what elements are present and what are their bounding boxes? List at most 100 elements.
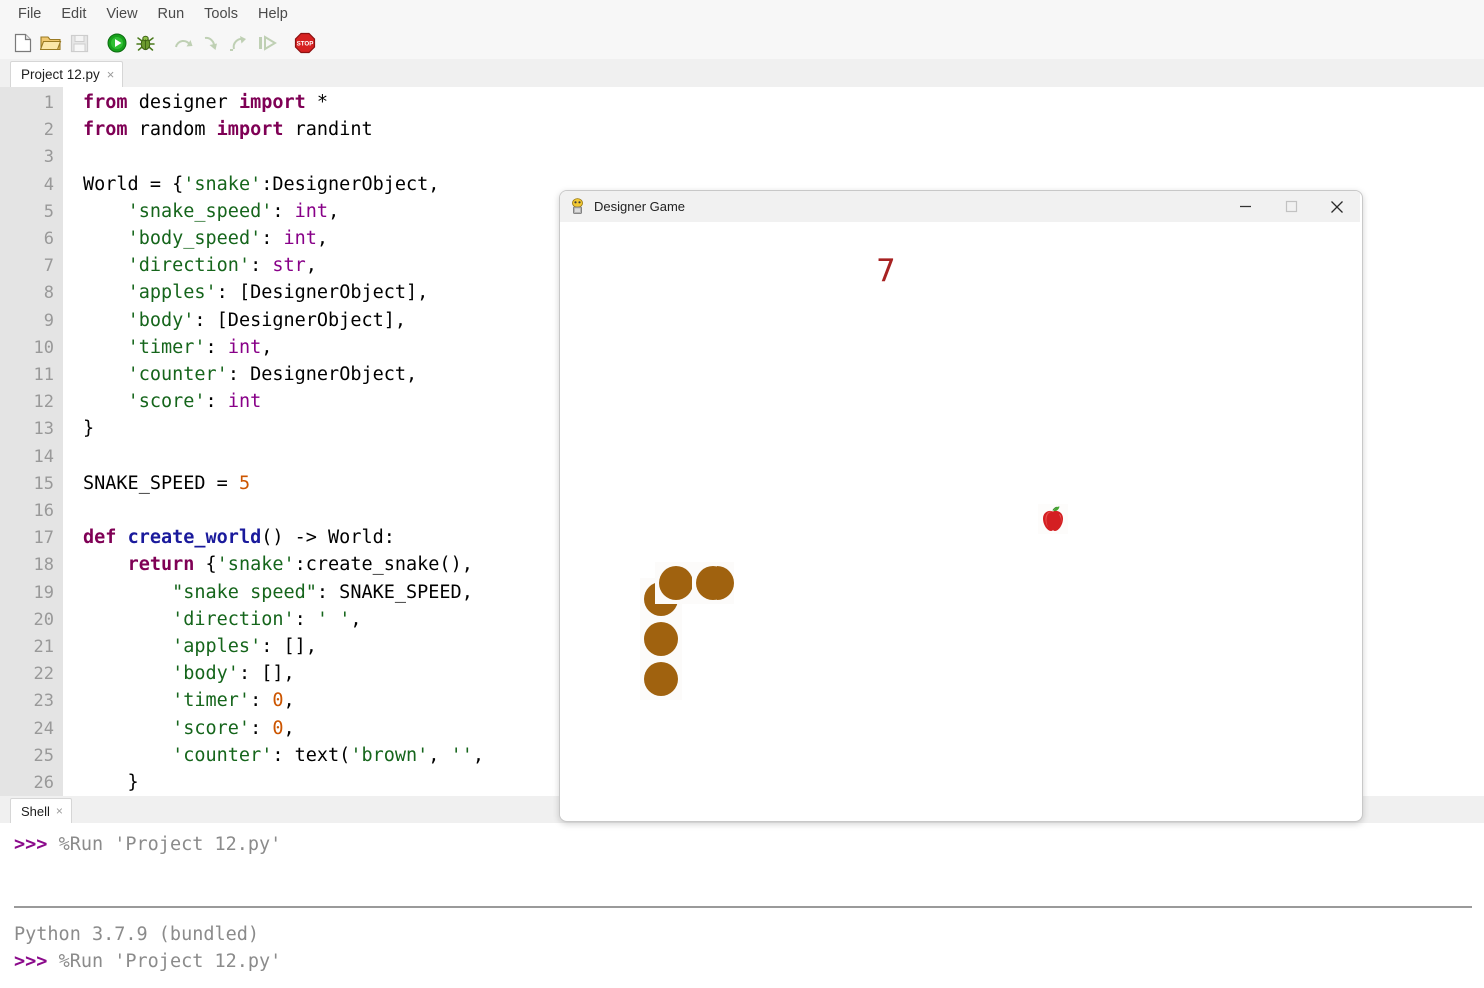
- new-file-button[interactable]: [10, 30, 36, 56]
- code-token: 0: [272, 717, 284, 739]
- game-canvas[interactable]: 7: [560, 222, 1360, 819]
- code-line: World = {'snake':DesignerObject,: [83, 171, 439, 198]
- code-token: from: [83, 92, 139, 113]
- line-number: 7: [43, 256, 54, 277]
- line-number: 6: [43, 229, 54, 249]
- code-token: random: [138, 119, 217, 141]
- code-token: :: [261, 228, 284, 249]
- line-number: 18: [33, 555, 54, 576]
- step-into-button: [198, 30, 224, 56]
- line-number: 17: [33, 528, 54, 549]
- menu-item-file[interactable]: File: [8, 4, 51, 24]
- line-number: 5: [43, 201, 54, 222]
- code-token: 'counter': [127, 364, 228, 385]
- save-file-button: [66, 30, 92, 56]
- code-token: 'body': [172, 663, 239, 685]
- maximize-button[interactable]: [1268, 191, 1314, 222]
- maximize-icon: [1285, 200, 1297, 213]
- code-token: 'body_speed': [127, 228, 262, 249]
- code-token: : text(: [272, 744, 351, 766]
- editor-tab-strip: Project 12.py ×: [0, 59, 1484, 88]
- line-number: 13: [33, 419, 54, 440]
- line-number: 9: [43, 310, 54, 331]
- line-number: 24: [33, 718, 54, 739]
- designer-game-icon: [572, 198, 583, 214]
- code-token: ,: [428, 744, 451, 766]
- shell-pane: Shell × ' ' >>> %Run 'Project 12.py' Pyt…: [0, 796, 1484, 988]
- editor-tab-label: Project 12.py: [21, 67, 100, 82]
- line-number: 20: [33, 609, 54, 630]
- code-token: :create_snake(),: [294, 554, 473, 576]
- code-line: 'body_speed': int,: [83, 225, 329, 252]
- code-line: 'timer': 0,: [83, 687, 295, 714]
- code-token: int: [283, 228, 317, 249]
- code-token: ,: [283, 690, 295, 712]
- close-icon[interactable]: ×: [107, 68, 115, 81]
- snake-head-segment: [692, 562, 734, 604]
- code-token: import: [216, 119, 295, 141]
- menu-item-run[interactable]: Run: [148, 4, 195, 24]
- code-line: 'timer': int,: [83, 334, 273, 361]
- menu-item-view[interactable]: View: [96, 4, 147, 24]
- line-number: 8: [43, 283, 54, 304]
- resume-icon: [258, 35, 277, 51]
- step-over-icon: [174, 39, 192, 48]
- close-icon: [1331, 200, 1343, 213]
- code-token: 'snake': [183, 173, 262, 195]
- code-token: :: [205, 336, 228, 358]
- code-line: 'body': [DesignerObject],: [83, 307, 406, 334]
- code-token: return: [127, 554, 206, 576]
- shell-prompt: >>>: [14, 834, 59, 855]
- code-line: }: [83, 415, 94, 442]
- line-number: 25: [33, 745, 54, 766]
- menu-item-tools[interactable]: Tools: [194, 4, 248, 24]
- shell-tab[interactable]: Shell ×: [10, 798, 72, 823]
- line-number: 11: [33, 365, 54, 385]
- shell-command-text: %Run 'Project 12.py': [58, 951, 282, 972]
- code-line: 'direction': str,: [83, 252, 317, 279]
- code-token: ,: [328, 200, 340, 222]
- close-icon[interactable]: ×: [56, 805, 63, 817]
- line-number-gutter: 1 2 3 4 5 6 7 8 9 10 11 12 13 14 15 16 17 18 19 20 21 22 23 24 2…: [0, 87, 63, 796]
- line-number: 19: [33, 582, 54, 603]
- line-number: 21: [33, 637, 54, 657]
- open-file-button[interactable]: [38, 30, 64, 56]
- run-button[interactable]: [104, 30, 130, 56]
- close-button[interactable]: [1314, 191, 1360, 222]
- minimize-button[interactable]: [1222, 191, 1268, 222]
- code-token: World = {: [83, 173, 184, 195]
- debug-button[interactable]: [132, 30, 158, 56]
- code-token: 'body': [127, 309, 195, 331]
- code-token: :: [250, 690, 273, 712]
- code-token: ,: [316, 228, 329, 249]
- line-number: 23: [33, 691, 54, 712]
- code-token: SNAKE_SPEED =: [83, 472, 239, 494]
- step-out-button: [226, 30, 252, 56]
- game-title-bar[interactable]: Designer Game: [560, 191, 1360, 223]
- shell-output[interactable]: ' ' >>> %Run 'Project 12.py' Python 3.7.…: [0, 823, 1484, 988]
- menu-item-edit[interactable]: Edit: [51, 4, 96, 24]
- code-token: ,: [305, 255, 317, 277]
- thonny-ide-window: File Edit View Run Tools Help STOP Proje…: [0, 0, 1484, 988]
- code-token: 'snake': [216, 554, 295, 576]
- resume-button: [254, 30, 280, 56]
- code-line: 'counter': text('brown', '',: [83, 742, 484, 769]
- line-number: 4: [43, 174, 54, 195]
- menu-bar: File Edit View Run Tools Help: [0, 0, 1484, 27]
- menu-item-help[interactable]: Help: [248, 4, 298, 24]
- stop-button[interactable]: STOP: [292, 30, 318, 56]
- snake-segment-dot: [644, 662, 678, 696]
- minimize-icon: [1239, 205, 1251, 208]
- code-token: :: [272, 200, 295, 222]
- designer-game-window[interactable]: Designer Game 7: [559, 190, 1363, 822]
- editor-tab-project12[interactable]: Project 12.py ×: [10, 61, 124, 87]
- code-token: '': [450, 744, 473, 766]
- apple-tile: [1038, 504, 1068, 534]
- code-token: ' ': [316, 608, 351, 630]
- code-token: ,: [472, 744, 484, 766]
